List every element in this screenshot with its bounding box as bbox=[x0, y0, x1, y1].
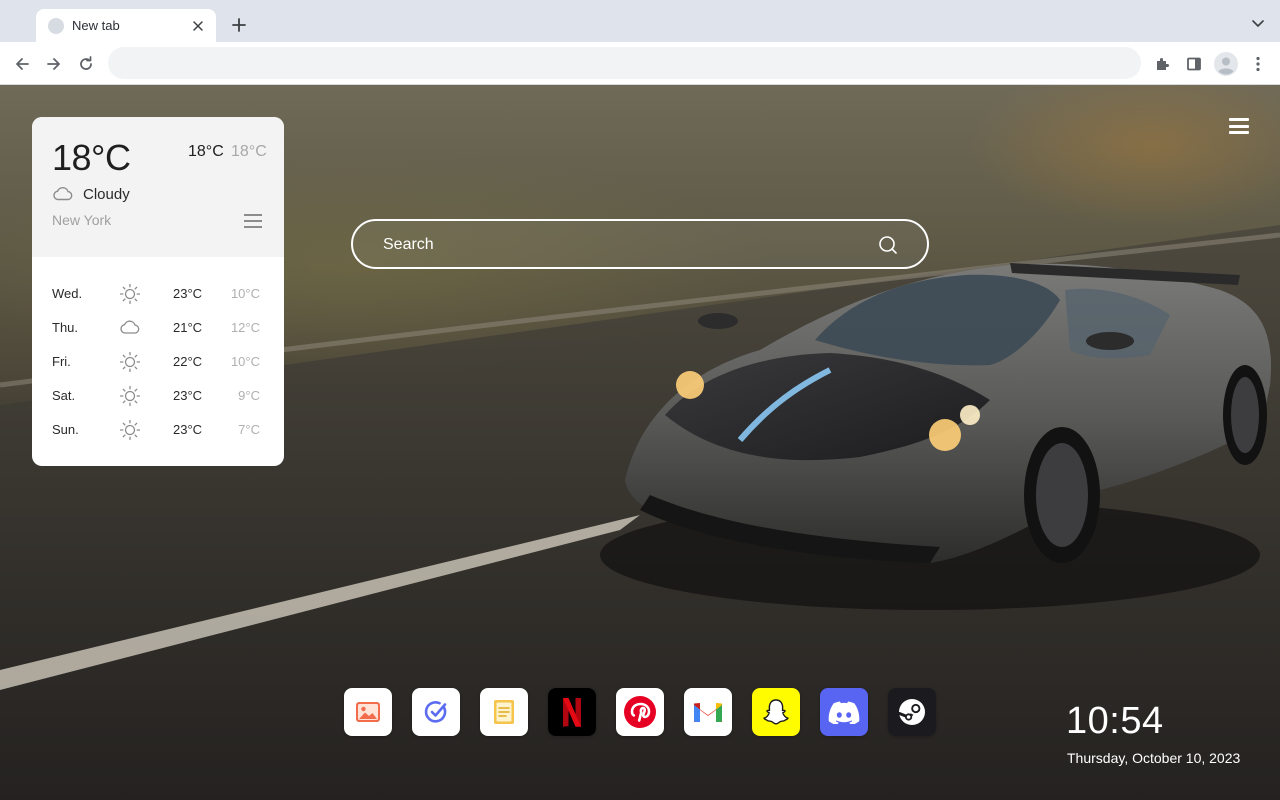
image-icon bbox=[356, 702, 380, 722]
sun-icon bbox=[119, 351, 141, 373]
forecast-high: 23°C bbox=[173, 422, 203, 437]
forecast-day: Sun. bbox=[52, 422, 79, 437]
weather-city: New York bbox=[52, 212, 112, 228]
discord-icon bbox=[828, 701, 860, 724]
snapchat-app-button[interactable] bbox=[752, 688, 800, 736]
snapchat-icon bbox=[763, 699, 789, 725]
forecast-high: 22°C bbox=[173, 354, 203, 369]
forecast-high: 23°C bbox=[173, 388, 203, 403]
kebab-menu-icon[interactable] bbox=[1246, 52, 1270, 76]
netflix-app-button[interactable] bbox=[548, 688, 596, 736]
forecast-row: Sat. 23°C 9°C bbox=[32, 379, 284, 413]
tab-new-tab[interactable]: New tab bbox=[36, 9, 216, 42]
forecast-day: Sat. bbox=[52, 388, 76, 403]
side-panel-icon[interactable] bbox=[1182, 52, 1206, 76]
cloud-icon bbox=[120, 320, 140, 334]
arrow-left-icon[interactable] bbox=[10, 52, 34, 76]
forecast-list: Wed. 23°C 10°C Thu. 21°C 12°C Fri. 22°C … bbox=[32, 277, 284, 447]
forecast-low: 10°C bbox=[230, 354, 260, 369]
today-high: 18°C bbox=[188, 143, 224, 160]
notes-icon bbox=[494, 700, 514, 724]
forecast-low: 7°C bbox=[238, 422, 260, 437]
address-bar[interactable] bbox=[108, 47, 1141, 79]
forecast-day: Wed. bbox=[52, 286, 83, 301]
weather-widget[interactable]: 18°C 18°C 18°C Cloudy New York Wed. 23°C… bbox=[32, 117, 284, 466]
weather-condition: Cloudy bbox=[83, 186, 130, 203]
plus-icon[interactable] bbox=[228, 14, 250, 36]
chevron-down-icon[interactable] bbox=[1248, 14, 1268, 34]
forecast-high: 21°C bbox=[173, 320, 203, 335]
current-temperature: 18°C bbox=[52, 137, 131, 178]
weather-menu-icon[interactable] bbox=[244, 214, 262, 228]
search-icon[interactable] bbox=[877, 234, 899, 256]
hamburger-menu-icon[interactable] bbox=[1226, 115, 1252, 137]
todo-app-button[interactable] bbox=[412, 688, 460, 736]
netflix-icon bbox=[563, 698, 581, 727]
forecast-day: Thu. bbox=[52, 320, 79, 335]
search-input[interactable] bbox=[383, 233, 863, 257]
gmail-icon bbox=[694, 703, 722, 722]
forecast-row: Wed. 23°C 10°C bbox=[32, 277, 284, 311]
gmail-app-button[interactable] bbox=[684, 688, 732, 736]
clock-date: Thursday, October 10, 2023 bbox=[1067, 750, 1241, 766]
sun-icon bbox=[119, 385, 141, 407]
search-box[interactable] bbox=[351, 219, 929, 269]
sun-icon bbox=[119, 419, 141, 441]
forecast-row: Sun. 23°C 7°C bbox=[32, 413, 284, 447]
pinterest-icon bbox=[624, 696, 656, 728]
forecast-low: 9°C bbox=[238, 388, 260, 403]
puzzle-icon[interactable] bbox=[1150, 52, 1174, 76]
arrow-right-icon[interactable] bbox=[42, 52, 66, 76]
gallery-app-button[interactable] bbox=[344, 688, 392, 736]
tab-strip: New tab bbox=[0, 0, 1280, 42]
sun-icon bbox=[119, 283, 141, 305]
weather-current: 18°C 18°C 18°C Cloudy New York bbox=[32, 117, 284, 257]
browser-toolbar bbox=[0, 42, 1280, 85]
forecast-low: 12°C bbox=[230, 320, 260, 335]
forecast-row: Fri. 22°C 10°C bbox=[32, 345, 284, 379]
pinterest-app-button[interactable] bbox=[616, 688, 664, 736]
app-dock bbox=[344, 688, 936, 736]
clock-time: 10:54 bbox=[1066, 700, 1164, 742]
notes-app-button[interactable] bbox=[480, 688, 528, 736]
new-tab-page: 18°C 18°C 18°C Cloudy New York Wed. 23°C… bbox=[0, 85, 1280, 800]
today-low: 18°C bbox=[231, 143, 267, 160]
globe-icon bbox=[48, 17, 64, 34]
close-icon[interactable] bbox=[190, 18, 206, 34]
tab-title: New tab bbox=[72, 18, 120, 33]
check-circle-icon bbox=[424, 701, 447, 723]
steam-icon bbox=[898, 699, 925, 725]
cloud-icon bbox=[53, 187, 73, 201]
reload-icon[interactable] bbox=[74, 52, 98, 76]
steam-app-button[interactable] bbox=[888, 688, 936, 736]
forecast-day: Fri. bbox=[52, 354, 71, 369]
forecast-row: Thu. 21°C 12°C bbox=[32, 311, 284, 345]
discord-app-button[interactable] bbox=[820, 688, 868, 736]
forecast-low: 10°C bbox=[230, 286, 260, 301]
forecast-high: 23°C bbox=[173, 286, 203, 301]
avatar-icon[interactable] bbox=[1213, 51, 1239, 77]
